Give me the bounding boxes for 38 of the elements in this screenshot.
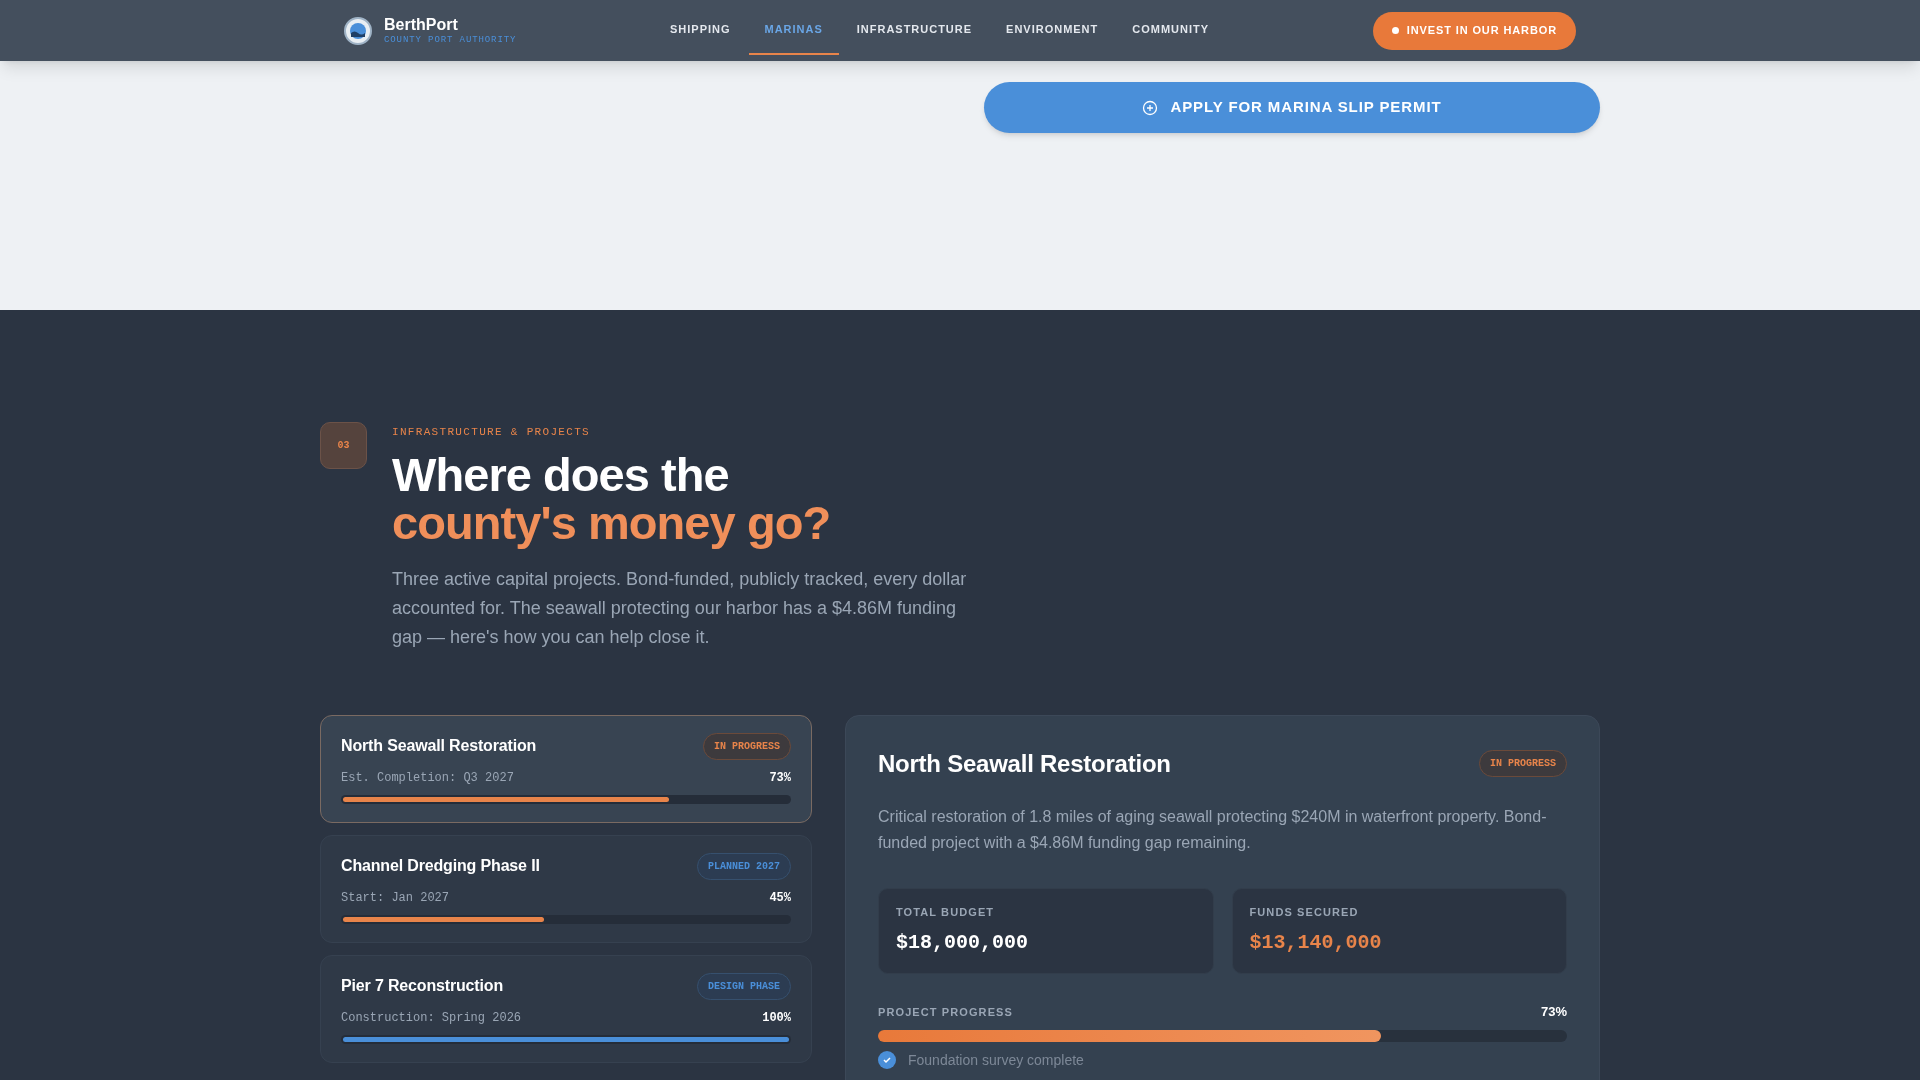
project-date: Construction: Spring 2026 [341, 1009, 522, 1027]
section-number-badge: 03 [320, 422, 367, 469]
nav-link[interactable]: COMMUNITY [1116, 6, 1225, 55]
section-eyebrow: INFRASTRUCTURE & PROJECTS [392, 425, 592, 440]
progress-percent: 73% [1540, 1003, 1567, 1021]
section-title: Where does the [392, 450, 730, 499]
detail-title: North Seawall Restoration [878, 748, 1171, 779]
detail-description: Critical restoration of 1.8 miles of aging seawall protecting $240M in waterfront property. Bond-funded project with a $4.86M funding gap remaining. [878, 806, 1548, 853]
brand-name: BerthPort [384, 16, 459, 33]
project-card[interactable]: Channel Dredging Phase II PLANNED 2027 Start: Jan 2027 45% [320, 834, 812, 943]
status-badge: IN PROGRESS [703, 732, 791, 760]
stat-label: TOTAL BUDGET [896, 904, 996, 920]
section-title-highlight: county's money go? [392, 498, 832, 547]
progress-label: PROJECT PROGRESS [878, 1004, 1013, 1020]
plus-circle-icon [1142, 99, 1159, 116]
nav-link[interactable]: INFRASTRUCTURE [840, 6, 989, 55]
stat-label: FUNDS SECURED [1249, 904, 1360, 920]
project-date: Est. Completion: Q3 2027 [341, 769, 514, 787]
brand-tagline: COUNTY PORT AUTHORITY [384, 35, 517, 45]
status-badge: IN PROGRESS [1479, 750, 1567, 777]
status-badge: PLANNED 2027 [697, 852, 791, 880]
project-card[interactable]: North Seawall Restoration IN PROGRESS Est. Completion: Q3 2027 73% [320, 714, 812, 823]
project-percent: 45% [769, 889, 791, 907]
project-name: Channel Dredging Phase II [341, 856, 540, 876]
logo-icon[interactable] [344, 16, 372, 45]
project-date: Start: Jan 2027 [341, 889, 450, 907]
project-name: Pier 7 Reconstruction [341, 976, 503, 996]
nav-link[interactable]: SHIPPING [654, 6, 747, 55]
project-card[interactable]: Pier 7 Reconstruction DESIGN PHASE Construction: Spring 2026 100% [320, 954, 812, 1063]
stat-value: $18,000,000 [896, 930, 1030, 956]
project-percent: 73% [769, 769, 791, 787]
status-badge: DESIGN PHASE [697, 972, 791, 1000]
nav-link[interactable]: ENVIRONMENT [990, 6, 1115, 55]
project-percent: 100% [762, 1009, 791, 1027]
stat-value: $13,140,000 [1249, 930, 1383, 956]
section-intro: Three active capital projects. Bond-funded, publicly tracked, every dollar accounted for. The seawall protecting our harbor has a $4.86M funding gap — here's how you can help close it. [392, 567, 968, 649]
milestone-label: Foundation survey complete [908, 1050, 1084, 1070]
project-name: North Seawall Restoration [341, 736, 537, 756]
